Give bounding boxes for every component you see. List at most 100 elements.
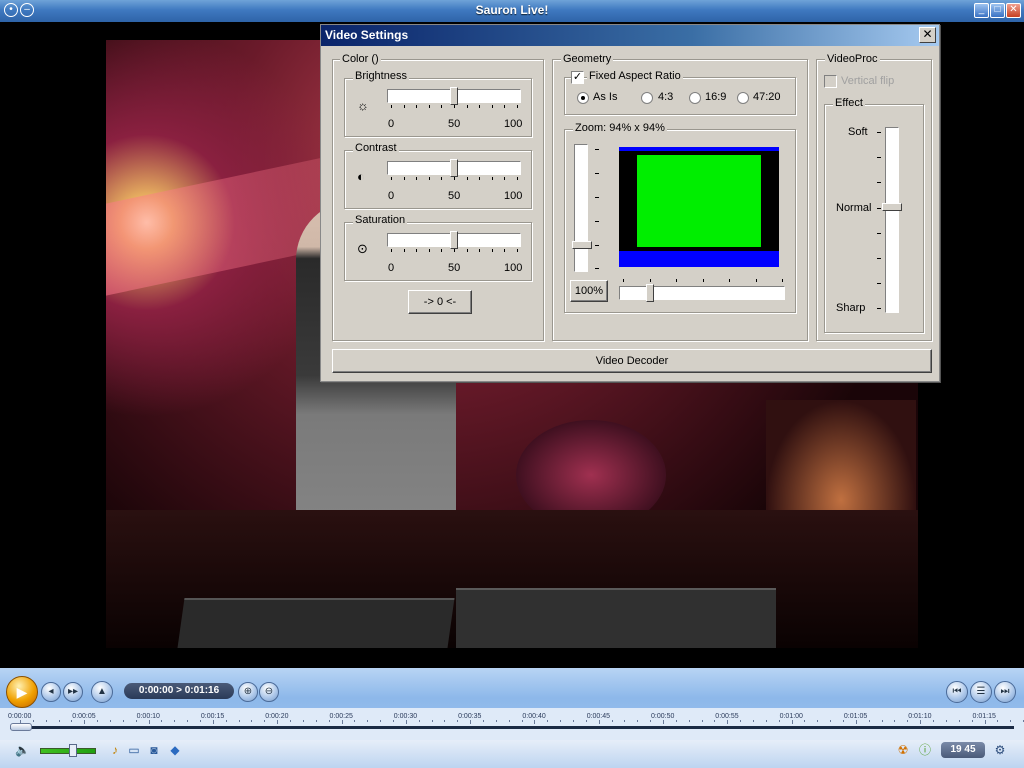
seek-bar[interactable]: [10, 726, 1014, 729]
time-display[interactable]: 0:00:00 > 0:01:16: [124, 683, 234, 699]
timeline-tick: [418, 720, 420, 722]
maximize-button[interactable]: □: [990, 3, 1005, 18]
slider-tick: [702, 279, 704, 282]
volume-knob[interactable]: [68, 744, 77, 757]
timeline-tick: [547, 720, 549, 722]
timeline-tick: [264, 720, 266, 722]
timeline-tick: [431, 720, 433, 722]
timeline-tick: [727, 720, 729, 724]
zoom-horizontal-slider-thumb[interactable]: [646, 284, 654, 302]
effect-slider-thumb[interactable]: [882, 203, 902, 211]
slider-tick: [755, 279, 757, 282]
aspect-47-20-radio[interactable]: [737, 92, 749, 104]
info-icon[interactable]: ⓘ: [918, 743, 932, 757]
timeline-tick: [675, 720, 677, 722]
next-button[interactable]: ⏭: [994, 681, 1016, 703]
previous-button[interactable]: ⏮: [946, 681, 968, 703]
music-note-icon[interactable]: ♪: [108, 743, 122, 757]
timeline-tick: [405, 720, 407, 724]
dialog-title-bar[interactable]: Video Settings ✕: [321, 25, 939, 46]
timeline-tick: [585, 720, 587, 722]
timeline-tick: [701, 720, 703, 722]
fast-forward-button[interactable]: ▸▸: [63, 682, 83, 702]
zoom-vertical-slider-thumb[interactable]: [572, 241, 592, 249]
aspect-as-is-radio[interactable]: [577, 92, 589, 104]
contrast-icon: ◐: [357, 169, 365, 184]
slider-tick: [391, 105, 392, 108]
color-group-label: Color (): [340, 53, 381, 65]
zoom-vertical-slider-track[interactable]: [574, 144, 588, 272]
slider-tick: [454, 105, 455, 108]
zoom-100-button[interactable]: 100%: [570, 280, 608, 302]
timeline-tick: [572, 720, 574, 722]
effect-group: [824, 104, 924, 333]
vertical-flip-checkbox[interactable]: [824, 75, 837, 88]
slider-tick: [466, 177, 468, 180]
eject-button[interactable]: ▲: [91, 681, 113, 703]
effect-slider-track[interactable]: [885, 127, 899, 313]
aspect-16-9-radio[interactable]: [689, 92, 701, 104]
timeline-tick: [765, 720, 767, 722]
settings-gear-icon[interactable]: ⚙: [993, 743, 1007, 757]
aspect-16-9-label: 16:9: [705, 91, 727, 103]
zoom-horizontal-slider-track[interactable]: [619, 286, 785, 300]
timeline-tick: [714, 720, 716, 722]
radiation-icon[interactable]: ☢: [896, 743, 910, 757]
camera-icon[interactable]: ◙: [147, 743, 161, 757]
contrast-max: 100: [504, 190, 523, 202]
slider-tick: [403, 177, 405, 180]
fixed-aspect-label: Fixed Aspect Ratio: [587, 70, 683, 82]
timeline-tick: [650, 720, 652, 722]
timeline-label: 0:00:50: [651, 713, 675, 720]
timeline-label: 0:00:30: [393, 713, 418, 720]
window-title: Sauron Live!: [475, 3, 549, 17]
speaker-icon[interactable]: 🔈: [15, 743, 30, 757]
timeline-tick: [225, 720, 227, 722]
timeline-tick: [804, 720, 806, 722]
screen-icon[interactable]: ▭: [127, 743, 141, 757]
slider-tick: [428, 249, 430, 252]
reset-color-button[interactable]: -> 0 <-: [408, 290, 472, 314]
zoom-out-icon[interactable]: ⊖: [259, 682, 279, 702]
timeline-tick: [97, 720, 99, 722]
timeline-tick: [354, 720, 356, 722]
close-button[interactable]: ✕: [1006, 3, 1021, 18]
step-back-button[interactable]: ◂: [41, 682, 61, 702]
timeline-label: 0:00:45: [586, 713, 611, 720]
timeline-tick: [45, 720, 47, 722]
minimize-button[interactable]: _: [974, 3, 989, 18]
timeline-tick: [740, 720, 742, 722]
slider-tick: [416, 105, 418, 108]
playlist-button[interactable]: ☰: [970, 681, 992, 703]
saturation-mid: 50: [448, 262, 461, 274]
timeline-label: 0:01:00: [779, 713, 803, 720]
play-button[interactable]: ▶: [6, 676, 38, 708]
effect-label: Effect: [833, 97, 865, 109]
timeline-tick: [392, 720, 394, 722]
timeline-tick: [290, 720, 292, 722]
tag-icon[interactable]: ◆: [168, 743, 182, 757]
contrast-slider-thumb[interactable]: [450, 159, 458, 177]
timeline-tick: [84, 720, 86, 724]
brightness-label: Brightness: [353, 70, 409, 82]
fixed-aspect-checkbox[interactable]: ✓: [571, 71, 584, 84]
dialog-close-button[interactable]: ✕: [919, 27, 936, 43]
timeline-tick: [894, 720, 896, 722]
brightness-slider-thumb[interactable]: [450, 87, 458, 105]
timeline-tick: [277, 720, 279, 724]
seek-knob[interactable]: [10, 723, 32, 731]
slider-tick: [441, 105, 443, 108]
zoom-preview[interactable]: [619, 147, 779, 267]
effect-soft-label: Soft: [848, 126, 868, 138]
timeline-tick: [881, 720, 883, 722]
video-decoder-button[interactable]: Video Decoder: [332, 349, 932, 373]
timeline-tick: [32, 720, 34, 722]
slider-tick: [517, 249, 518, 252]
aspect-4-3-radio[interactable]: [641, 92, 653, 104]
title-bar[interactable]: • – Sauron Live! _ □ ✕: [0, 0, 1024, 22]
saturation-slider-thumb[interactable]: [450, 231, 458, 249]
timeline-tick: [958, 720, 960, 722]
slider-tick: [504, 177, 506, 180]
timeline-tick: [58, 720, 60, 722]
zoom-in-icon[interactable]: ⊕: [238, 682, 258, 702]
